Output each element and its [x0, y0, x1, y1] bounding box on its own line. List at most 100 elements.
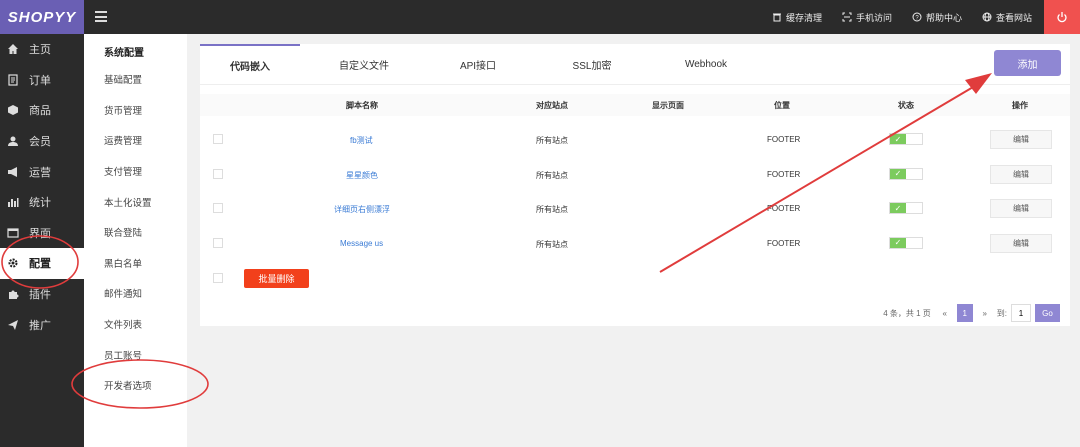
table-row: 星星颜色 所有站点 FOOTER ✓ 编辑 [200, 158, 1070, 193]
submenu-item[interactable]: 黑白名单 [84, 248, 187, 279]
sidebar-item-label: 运营 [29, 166, 51, 179]
column-header: 状态 [898, 101, 914, 110]
submenu-item[interactable]: 运费管理 [84, 125, 187, 156]
tab-ssl[interactable]: SSL加密 [542, 44, 642, 84]
submenu-item[interactable]: 联合登陆 [84, 217, 187, 248]
row-checkbox[interactable] [213, 203, 223, 213]
sidebar-item-members[interactable]: 会员 [0, 126, 84, 157]
status-toggle[interactable]: ✓ [889, 202, 923, 214]
submenu-item[interactable]: 货币管理 [84, 95, 187, 126]
bulk-delete-button[interactable]: 批量删除 [244, 269, 309, 288]
power-button[interactable] [1044, 0, 1080, 34]
layout-icon [7, 228, 19, 238]
sidebar-item-label: 订单 [29, 74, 51, 87]
position-cell: FOOTER [767, 204, 801, 213]
site-cell: 所有站点 [536, 136, 568, 145]
add-button[interactable]: 添加 [994, 50, 1061, 76]
goto-page-input[interactable] [1011, 304, 1031, 322]
globe-icon [982, 12, 992, 22]
sidebar-item-plugins[interactable]: 插件 [0, 279, 84, 310]
sidebar-item-operations[interactable]: 运营 [0, 156, 84, 187]
column-header: 位置 [774, 101, 790, 110]
sidebar-item-orders[interactable]: 订单 [0, 65, 84, 96]
check-icon: ✓ [890, 168, 906, 179]
prev-page-button[interactable]: « [937, 304, 953, 322]
submenu-item[interactable]: 本土化设置 [84, 186, 187, 217]
script-name-link[interactable]: fb测试 [350, 135, 373, 146]
submenu-title: 系统配置 [104, 48, 144, 59]
goto-label: 到: [996, 308, 1007, 318]
table-row: fb测试 所有站点 FOOTER ✓ 编辑 [200, 123, 1070, 158]
row-checkbox[interactable] [213, 168, 223, 179]
row-checkbox[interactable] [213, 237, 223, 248]
site-cell: 所有站点 [536, 239, 568, 249]
edit-button[interactable]: 编辑 [990, 130, 1052, 149]
sidebar-item-label: 主页 [29, 44, 51, 57]
edit-button[interactable]: 编辑 [990, 199, 1052, 218]
sidebar-item-promotion[interactable]: 推广 [0, 309, 84, 340]
select-all-checkbox[interactable] [213, 273, 223, 283]
mobile-access-label: 手机访问 [855, 12, 892, 23]
tab-api[interactable]: API接口 [428, 44, 528, 84]
sidebar-item-label: 插件 [29, 289, 51, 302]
status-toggle[interactable]: ✓ [889, 236, 923, 249]
sidebar-item-label: 统计 [29, 197, 51, 210]
cache-clear-link[interactable]: 缓存清理 [772, 11, 822, 24]
status-toggle[interactable]: ✓ [889, 133, 923, 145]
tab-custom-files[interactable]: 自定义文件 [314, 44, 414, 84]
submenu-item[interactable]: 邮件通知 [84, 278, 187, 309]
row-checkbox[interactable] [213, 134, 223, 144]
logo[interactable]: SHOPYY [0, 0, 84, 34]
position-cell: FOOTER [767, 135, 801, 144]
mobile-access-link[interactable]: 手机访问 [842, 11, 892, 24]
submenu-item[interactable]: 支付管理 [84, 156, 187, 187]
script-name-link[interactable]: 星星颜色 [346, 170, 378, 181]
next-page-button[interactable]: » [977, 304, 993, 322]
sidebar-item-statistics[interactable]: 统计 [0, 187, 84, 218]
sidebar-item-home[interactable]: 主页 [0, 34, 84, 65]
pagination: 4 条，共 1 页 « 1 » 到: Go [883, 304, 1060, 322]
top-links: 缓存清理 手机访问 ? 帮助中心 查看网站 [752, 0, 1032, 34]
tab-code-embed[interactable]: 代码嵌入 [200, 44, 300, 84]
view-site-link[interactable]: 查看网站 [982, 11, 1032, 24]
script-name-link[interactable]: Message us [340, 239, 383, 248]
sidebar-item-interface[interactable]: 界面 [0, 218, 84, 249]
menu-icon[interactable] [95, 11, 107, 22]
check-icon: ✓ [890, 134, 906, 144]
site-cell: 所有站点 [536, 205, 568, 214]
top-bar: SHOPYY 缓存清理 手机访问 ? 帮助中心 查看网站 [0, 0, 1080, 34]
puzzle-icon [9, 290, 19, 300]
edit-button[interactable]: 编辑 [990, 233, 1052, 253]
main-panel: 代码嵌入 自定义文件 API接口 SSL加密 Webhook 添加 脚本名称 对… [200, 44, 1070, 326]
view-site-label: 查看网站 [995, 12, 1032, 23]
submenu-item-developer-options[interactable]: 开发者选项 [84, 370, 187, 401]
check-icon: ✓ [890, 203, 906, 213]
page-button-current[interactable]: 1 [956, 304, 973, 322]
send-icon [8, 319, 18, 330]
go-button[interactable]: Go [1035, 304, 1060, 322]
table-row: 详细页右侧漂浮 所有站点 FOOTER ✓ 编辑 [200, 192, 1070, 227]
check-icon: ✓ [890, 237, 906, 248]
sidebar-item-label: 界面 [29, 227, 51, 240]
submenu-item[interactable]: 基础配置 [84, 64, 187, 95]
tab-webhook[interactable]: Webhook [656, 44, 756, 84]
sidebar-item-config[interactable]: 配置 [0, 248, 84, 279]
script-name-link[interactable]: 详细页右侧漂浮 [334, 204, 390, 215]
column-header: 脚本名称 [346, 101, 378, 110]
column-header: 操作 [1012, 101, 1028, 110]
edit-button[interactable]: 编辑 [990, 164, 1052, 184]
power-icon [1057, 12, 1067, 23]
submenu-item[interactable]: 文件列表 [84, 309, 187, 340]
sidebar-item-label: 推广 [29, 319, 51, 332]
tab-divider [200, 84, 1070, 85]
megaphone-icon [8, 166, 17, 177]
help-center-link[interactable]: ? 帮助中心 [912, 11, 962, 24]
sidebar-item-label: 会员 [29, 136, 51, 149]
user-icon [8, 136, 18, 147]
tab-bar: 代码嵌入 自定义文件 API接口 SSL加密 Webhook [200, 44, 770, 84]
sidebar: 主页 订单 商品 会员 运营 统计 界面 配置 插件 推广 [0, 34, 84, 447]
submenu-item[interactable]: 员工账号 [84, 339, 187, 370]
column-header: 显示页面 [652, 101, 684, 110]
status-toggle[interactable]: ✓ [889, 167, 923, 180]
sidebar-item-products[interactable]: 商品 [0, 95, 84, 126]
